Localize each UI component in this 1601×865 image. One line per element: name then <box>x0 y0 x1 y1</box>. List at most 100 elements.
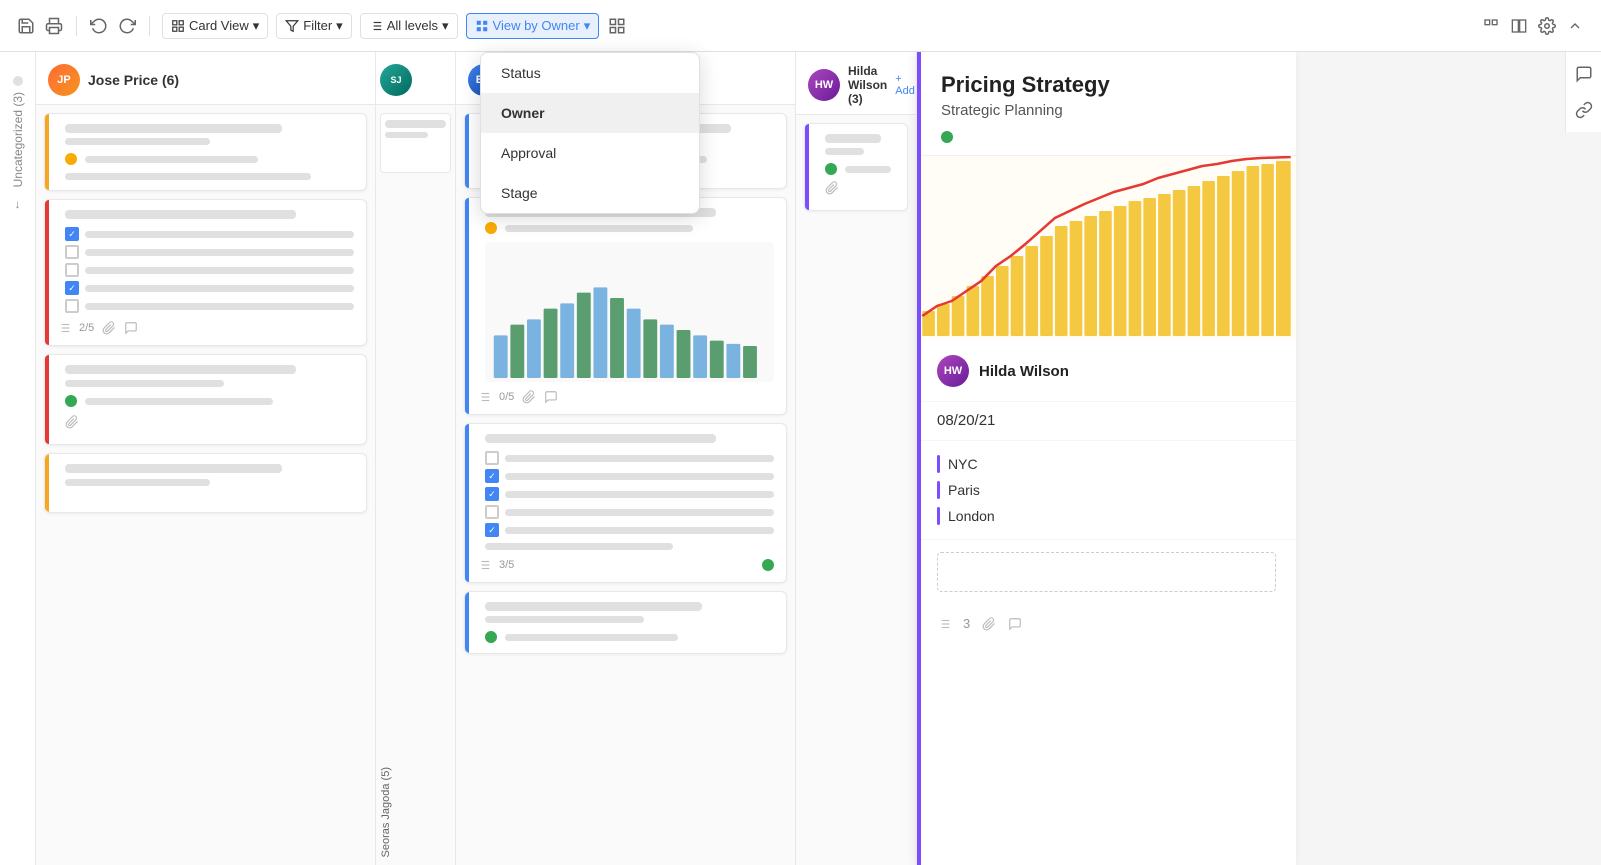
column-jose: JP Jose Price (6) <box>36 52 376 865</box>
card-footer: 2/5 <box>57 321 354 335</box>
view-by-dropdown: Status Owner Approval Stage <box>480 52 700 214</box>
detail-tag: London <box>937 503 1276 529</box>
card[interactable] <box>804 123 908 211</box>
minimize-icon[interactable] <box>1481 16 1501 36</box>
task-count: 3/5 <box>499 559 514 571</box>
detail-tag: NYC <box>937 451 1276 477</box>
divider <box>76 16 77 36</box>
toolbar: Card View ▾ Filter ▾ All levels ▾ View b… <box>0 0 1601 52</box>
status-dot <box>941 131 953 143</box>
checkbox[interactable] <box>485 469 499 483</box>
checkbox[interactable] <box>65 263 79 277</box>
check-row <box>65 227 354 241</box>
add-button[interactable]: + Add <box>895 73 915 97</box>
save-icon[interactable] <box>16 16 36 36</box>
check-row <box>65 263 354 277</box>
tag-accent <box>937 507 940 525</box>
levels-label: All levels <box>387 18 438 33</box>
divider2 <box>149 16 150 36</box>
detail-tag: Paris <box>937 477 1276 503</box>
tag-accent <box>937 455 940 473</box>
detail-placeholder <box>937 552 1276 592</box>
checkbox[interactable] <box>65 227 79 241</box>
detail-owner-section: HW Hilda Wilson <box>917 341 1296 402</box>
checkbox[interactable] <box>485 523 499 537</box>
view-by-button[interactable]: View by Owner ▾ <box>466 13 600 39</box>
card[interactable] <box>44 354 367 445</box>
column-cards-brennan: 0/5 <box>456 105 795 865</box>
tag-label: NYC <box>948 456 978 472</box>
view-by-chevron: ▾ <box>584 18 591 34</box>
checkbox[interactable] <box>485 505 499 519</box>
filter-button[interactable]: Filter ▾ <box>276 13 351 39</box>
levels-button[interactable]: All levels ▾ <box>360 13 458 39</box>
detail-status <box>941 131 1276 143</box>
avatar-hilda: HW <box>808 69 840 101</box>
link-icon[interactable] <box>1570 96 1598 124</box>
checkbox[interactable] <box>485 451 499 465</box>
card-view-button[interactable]: Card View ▾ <box>162 13 268 39</box>
detail-chart <box>917 156 1296 341</box>
card[interactable]: 2/5 <box>44 199 367 346</box>
chat-icon[interactable] <box>1570 60 1598 88</box>
task-count: 0/5 <box>499 391 514 403</box>
detail-owner-name: Hilda Wilson <box>979 363 1069 380</box>
column-header-hilda: HW Hilda Wilson (3) + Add <box>796 52 916 115</box>
dropdown-item-owner[interactable]: Owner <box>481 93 699 133</box>
dropdown-item-status[interactable]: Status <box>481 53 699 93</box>
detail-header: Pricing Strategy Strategic Planning <box>917 52 1296 156</box>
column-title-hilda: Hilda Wilson (3) <box>848 64 887 106</box>
seoras-label: Seoras Jagoda (5) <box>376 759 455 865</box>
detail-date-section: 08/20/21 <box>917 402 1296 441</box>
card[interactable]: 3/5 <box>464 423 787 583</box>
print-icon[interactable] <box>44 16 64 36</box>
card-view-label: Card View <box>189 18 249 33</box>
dropdown-item-stage[interactable]: Stage <box>481 173 699 213</box>
card[interactable] <box>44 113 367 191</box>
checkbox[interactable] <box>485 487 499 501</box>
column-seoras-partial: SJ Seoras Jagoda (5) <box>376 52 456 865</box>
dropdown-item-approval[interactable]: Approval <box>481 133 699 173</box>
card-view-chevron: ▾ <box>253 18 260 34</box>
grid-icon[interactable] <box>607 16 627 36</box>
redo-icon[interactable] <box>117 16 137 36</box>
card[interactable] <box>44 453 367 513</box>
main-content: Uncategorized (3) ↓ JP Jose Price (6) <box>0 52 1601 865</box>
settings-icon[interactable] <box>1537 16 1557 36</box>
check-row <box>65 245 354 259</box>
detail-owner-avatar: HW <box>937 355 969 387</box>
column-title-jose: Jose Price (6) <box>88 72 179 88</box>
card[interactable] <box>464 591 787 654</box>
detail-accent <box>917 52 921 865</box>
detail-date: 08/20/21 <box>937 412 995 429</box>
checkbox[interactable] <box>65 299 79 313</box>
detail-tags-section: NYC Paris London <box>917 441 1296 540</box>
detail-owner: HW Hilda Wilson <box>937 355 1276 387</box>
avatar-seoras: SJ <box>380 64 412 96</box>
expand-icon[interactable] <box>1509 16 1529 36</box>
uncategorized-sidebar: Uncategorized (3) ↓ <box>0 52 36 865</box>
card-with-chart[interactable]: 0/5 <box>464 197 787 415</box>
checkbox[interactable] <box>65 245 79 259</box>
task-count: 2/5 <box>79 322 94 334</box>
uncategorized-arrow: ↓ <box>15 197 21 211</box>
card-footer: 3/5 <box>477 558 774 572</box>
checkbox[interactable] <box>65 281 79 295</box>
column-header-jose: JP Jose Price (6) <box>36 52 375 105</box>
check-row <box>65 299 354 313</box>
avatar-jose: JP <box>48 64 80 96</box>
side-actions <box>1565 52 1601 132</box>
column-cards-jose: 2/5 <box>36 105 375 865</box>
detail-subtitle: Strategic Planning <box>941 102 1276 119</box>
filter-chevron: ▾ <box>336 18 343 34</box>
column-header-seoras: SJ <box>376 52 455 105</box>
column-hilda: HW Hilda Wilson (3) + Add <box>796 52 916 865</box>
filter-label: Filter <box>303 18 332 33</box>
card-footer: 0/5 <box>477 390 774 404</box>
detail-title: Pricing Strategy <box>941 72 1276 98</box>
levels-chevron: ▾ <box>442 18 449 34</box>
collapse-icon[interactable] <box>1565 16 1585 36</box>
undo-icon[interactable] <box>89 16 109 36</box>
detail-footer: 3 <box>917 604 1296 643</box>
uncategorized-label: Uncategorized (3) <box>11 92 25 187</box>
